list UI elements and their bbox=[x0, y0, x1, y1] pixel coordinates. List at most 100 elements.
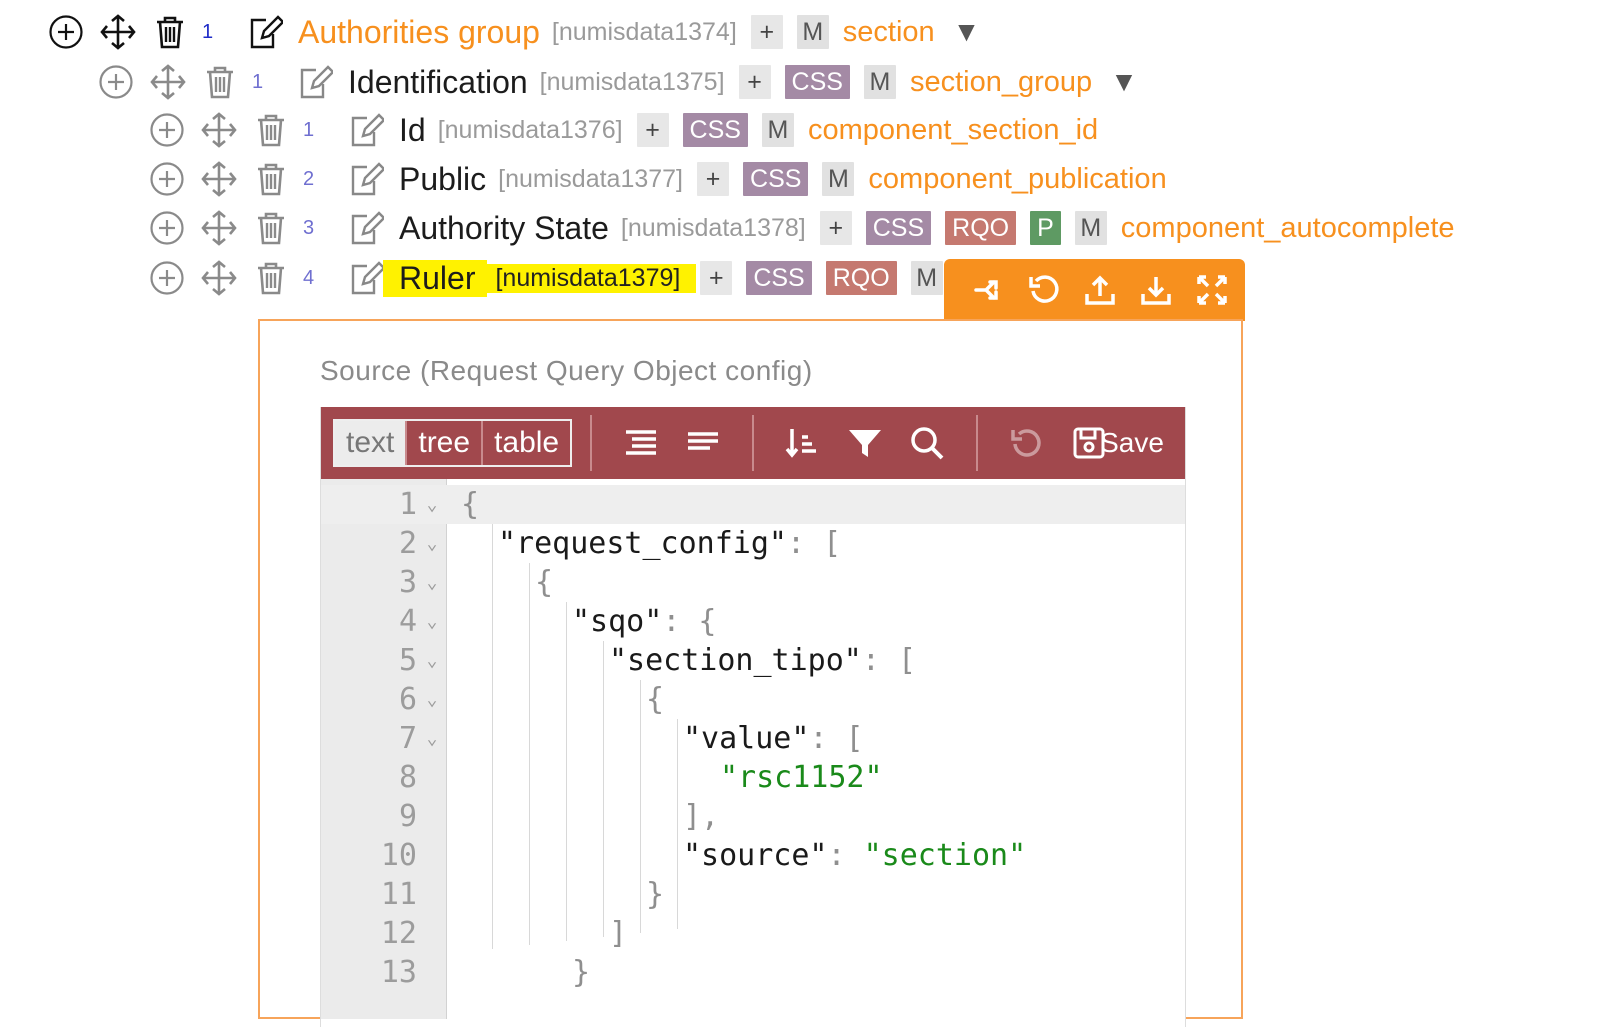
download-icon[interactable] bbox=[1128, 268, 1184, 312]
fold-icon[interactable]: ⌄ bbox=[417, 728, 447, 749]
trash-icon[interactable] bbox=[150, 12, 190, 52]
fold-icon[interactable]: ⌄ bbox=[417, 533, 447, 554]
m-button[interactable]: M bbox=[910, 261, 943, 295]
term-tipo: [numisdata1376] bbox=[437, 115, 623, 144]
move-icon[interactable] bbox=[199, 110, 239, 150]
json-punctuation: : { bbox=[662, 604, 717, 639]
upload-icon[interactable] bbox=[1072, 268, 1128, 312]
move-icon[interactable] bbox=[199, 258, 239, 298]
code-text: "rsc1152" bbox=[720, 760, 883, 795]
filter-icon[interactable] bbox=[834, 418, 896, 468]
line-number: 9 bbox=[398, 799, 417, 834]
fold-icon[interactable]: ⌄ bbox=[417, 494, 447, 515]
add-icon[interactable] bbox=[147, 159, 187, 199]
order-number: 1 bbox=[303, 118, 315, 141]
add-icon[interactable] bbox=[96, 62, 136, 102]
edit-icon[interactable] bbox=[347, 110, 387, 150]
fullscreen-icon[interactable] bbox=[1184, 268, 1240, 312]
add-child-button[interactable]: + bbox=[697, 162, 730, 196]
mode-tree[interactable]: tree bbox=[407, 421, 484, 465]
model-label: component_publication bbox=[868, 162, 1167, 195]
term-label[interactable]: Authority State bbox=[399, 210, 609, 247]
add-icon[interactable] bbox=[147, 208, 187, 248]
trash-icon[interactable] bbox=[251, 258, 291, 298]
reset-icon[interactable] bbox=[1016, 268, 1072, 312]
m-button[interactable]: M bbox=[1074, 211, 1107, 245]
rqo-button[interactable]: RQO bbox=[825, 261, 897, 295]
m-button[interactable]: M bbox=[863, 65, 896, 99]
move-icon[interactable] bbox=[148, 62, 188, 102]
fold-icon[interactable]: ⌄ bbox=[417, 650, 447, 671]
add-icon[interactable] bbox=[147, 110, 187, 150]
trash-icon[interactable] bbox=[251, 208, 291, 248]
search-icon[interactable] bbox=[896, 418, 958, 468]
fold-icon[interactable]: ⌄ bbox=[417, 611, 447, 632]
term-label[interactable]: Public bbox=[399, 161, 486, 198]
sort-icon[interactable] bbox=[772, 418, 834, 468]
format-icon[interactable] bbox=[610, 418, 672, 468]
p-button[interactable]: P bbox=[1030, 211, 1061, 245]
fold-icon[interactable]: ⌄ bbox=[417, 689, 447, 710]
code-line: 8 "rsc1152" bbox=[321, 758, 1185, 797]
add-child-button[interactable]: + bbox=[738, 65, 771, 99]
term-tipo: [numisdata1378] bbox=[620, 213, 806, 242]
trash-icon[interactable] bbox=[251, 159, 291, 199]
undo-icon[interactable] bbox=[996, 418, 1058, 468]
code-line: 12] bbox=[321, 914, 1185, 953]
rqo-button[interactable]: RQO bbox=[945, 211, 1017, 245]
order-number: 3 bbox=[303, 216, 315, 239]
mode-table[interactable]: table bbox=[483, 421, 570, 465]
css-button[interactable]: CSS bbox=[784, 65, 850, 99]
code-text: ] bbox=[609, 916, 627, 951]
add-icon[interactable] bbox=[46, 12, 86, 52]
edit-icon[interactable] bbox=[347, 159, 387, 199]
add-child-button[interactable]: + bbox=[819, 211, 852, 245]
tree-row: 3 Authority State [numisdata1378] + CSS RQO P M… bbox=[147, 206, 1473, 250]
trash-icon[interactable] bbox=[200, 62, 240, 102]
mode-text[interactable]: text bbox=[335, 421, 408, 465]
code-text: "value": [ bbox=[683, 721, 864, 756]
trash-icon[interactable] bbox=[251, 110, 291, 150]
edit-icon[interactable] bbox=[347, 208, 387, 248]
m-button[interactable]: M bbox=[796, 15, 829, 49]
fold-icon[interactable]: ⌄ bbox=[417, 572, 447, 593]
add-child-button[interactable]: + bbox=[700, 261, 733, 295]
add-child-button[interactable]: + bbox=[636, 113, 669, 147]
css-button[interactable]: CSS bbox=[746, 261, 812, 295]
term-label[interactable]: Authorities group bbox=[298, 14, 540, 51]
expand-icon[interactable]: ▼ bbox=[1110, 66, 1138, 98]
move-icon[interactable] bbox=[199, 208, 239, 248]
compact-icon[interactable] bbox=[672, 418, 734, 468]
menubar-divider bbox=[976, 415, 979, 471]
indent-guide bbox=[529, 563, 530, 945]
save-button[interactable]: Save bbox=[1100, 427, 1164, 459]
json-editor: text tree table Save 1 ⌄ {2 ⌄ "request_… bbox=[320, 407, 1186, 1027]
css-button[interactable]: CSS bbox=[865, 211, 932, 245]
move-icon[interactable] bbox=[199, 159, 239, 199]
edit-icon[interactable] bbox=[347, 258, 387, 298]
merge-icon[interactable] bbox=[960, 268, 1016, 312]
edit-icon[interactable] bbox=[246, 12, 286, 52]
term-label[interactable]: Ruler bbox=[383, 259, 488, 297]
indent-guide bbox=[566, 602, 567, 941]
indent-guide bbox=[640, 680, 641, 933]
term-label[interactable]: Identification bbox=[348, 64, 528, 101]
json-key: "value" bbox=[683, 721, 810, 756]
code-line: 5 ⌄ "section_tipo": [ bbox=[321, 641, 1185, 680]
term-label[interactable]: Id bbox=[399, 112, 426, 149]
move-icon[interactable] bbox=[98, 12, 138, 52]
css-button[interactable]: CSS bbox=[743, 162, 809, 196]
tree-row: 1 Identification [numisdata1375] + CSS Msecti… bbox=[96, 60, 1138, 104]
order-number: 1 bbox=[202, 20, 214, 43]
expand-icon[interactable]: ▼ bbox=[953, 16, 981, 48]
term-tipo: [numisdata1375] bbox=[539, 67, 725, 96]
code-text: "source": "section" bbox=[683, 838, 1026, 873]
code-area[interactable]: 1 ⌄{2 ⌄ "request_config": [3 ⌄{4 ⌄ "sqo": {5 ⌄ "… bbox=[321, 479, 1185, 1019]
add-icon[interactable] bbox=[147, 258, 187, 298]
edit-icon[interactable] bbox=[296, 62, 336, 102]
css-button[interactable]: CSS bbox=[682, 113, 748, 147]
m-button[interactable]: M bbox=[822, 162, 855, 196]
m-button[interactable]: M bbox=[761, 113, 794, 147]
model-label: component_autocomplete bbox=[1120, 211, 1455, 244]
add-child-button[interactable]: + bbox=[750, 15, 783, 49]
